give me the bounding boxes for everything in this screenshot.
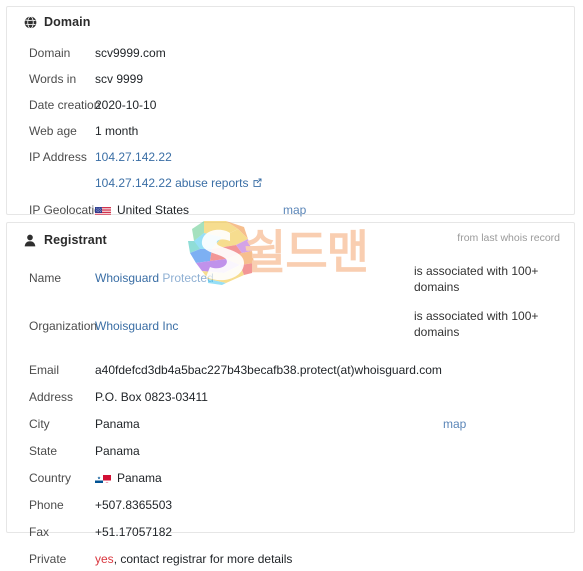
registrant-organization-link[interactable]: Whoisguard Inc xyxy=(95,319,178,333)
table-row-state: State Panama xyxy=(7,440,574,463)
row-label-state: State xyxy=(29,444,58,458)
whois-source-note: from last whois record xyxy=(457,232,560,244)
private-status-badge: yes xyxy=(95,552,114,566)
table-row-address: Address P.O. Box 0823-03411 xyxy=(7,386,574,409)
table-row-geolocation: IP Geolocation United States map xyxy=(7,199,574,222)
row-value-state: Panama xyxy=(95,444,140,458)
row-label-web-age: Web age xyxy=(29,124,77,138)
table-row: Date creation 2020-10-10 xyxy=(7,94,574,117)
registrant-rows: Name Whoisguard Protected is associated … xyxy=(7,264,574,571)
row-value-words-in: scv 9999 xyxy=(95,72,144,86)
table-row: IP Address 104.27.142.22 xyxy=(7,146,574,169)
flag-us-icon xyxy=(95,204,111,215)
row-label-phone: Phone xyxy=(29,498,64,512)
row-value-address: P.O. Box 0823-03411 xyxy=(95,390,208,404)
row-value-email: a40fdefcd3db4a5bac227b43becafb38.protect… xyxy=(95,363,442,377)
row-value-domain: scv9999.com xyxy=(95,46,166,60)
map-link-geolocation[interactable]: map xyxy=(283,203,306,217)
table-row-city: City Panama map xyxy=(7,413,574,436)
table-row-abuse: 104.27.142.22 abuse reports xyxy=(7,172,574,195)
row-label-words-in: Words in xyxy=(29,72,77,86)
ip-address-link[interactable]: 104.27.142.22 xyxy=(95,150,172,164)
row-label-city: City xyxy=(29,417,50,431)
row-value-phone: +507.8365503 xyxy=(95,498,173,512)
domain-card-header: Domain xyxy=(7,7,574,37)
globe-icon xyxy=(23,15,37,29)
flag-pa-icon xyxy=(95,472,111,483)
row-value-abuse-wrap: 104.27.142.22 abuse reports xyxy=(95,173,574,193)
table-row-name: Name Whoisguard Protected is associated … xyxy=(7,264,574,299)
domain-rows: Domain scv9999.com Words in scv 9999 Dat… xyxy=(7,42,574,222)
geolocation-map-link-wrap: map xyxy=(283,200,306,220)
row-label-private: Private xyxy=(29,552,67,566)
registrant-name-protected-label: Protected xyxy=(162,271,214,285)
registrant-name-link[interactable]: Whoisguard xyxy=(95,271,159,285)
row-label-fax: Fax xyxy=(29,525,50,539)
row-label-domain: Domain xyxy=(29,46,71,60)
registrant-card: Registrant from last whois record Name W… xyxy=(6,222,575,566)
table-row-email: Email a40fdefcd3db4a5bac227b43becafb38.p… xyxy=(7,359,574,382)
table-row: Words in scv 9999 xyxy=(7,68,574,91)
row-label-organization: Organization xyxy=(29,319,98,333)
row-label-name: Name xyxy=(29,271,62,285)
table-row: Domain scv9999.com xyxy=(7,42,574,65)
domain-card: Domain Domain scv9999.com Words in scv 9… xyxy=(6,6,575,217)
row-label-country: Country xyxy=(29,471,72,485)
table-row-fax: Fax +51.17057182 xyxy=(7,521,574,544)
map-link-city[interactable]: map xyxy=(443,417,466,431)
table-row-country: Country Panama xyxy=(7,467,574,490)
table-row: Web age 1 month xyxy=(7,120,574,143)
row-label-date-creation: Date creation xyxy=(29,98,101,112)
registrant-card-title: Registrant xyxy=(44,233,107,247)
row-value-web-age: 1 month xyxy=(95,124,139,138)
row-label-ip-address: IP Address xyxy=(29,150,87,164)
row-value-fax: +51.17057182 xyxy=(95,525,173,539)
registrant-organization-note: is associated with 100+ domains xyxy=(414,309,539,339)
abuse-reports-link[interactable]: 104.27.142.22 abuse reports xyxy=(95,176,248,190)
row-value-date-creation: 2020-10-10 xyxy=(95,98,157,112)
row-value-ip-address-wrap: 104.27.142.22 xyxy=(95,147,574,167)
user-icon xyxy=(23,233,37,247)
registrant-name-note: is associated with 100+ domains xyxy=(414,264,539,294)
registrant-card-header: Registrant from last whois record xyxy=(7,223,574,257)
country-label: Panama xyxy=(117,471,162,485)
private-status-detail: , contact registrar for more details xyxy=(113,552,293,566)
table-row-phone: Phone +507.8365503 xyxy=(7,494,574,517)
geolocation-country-label: United States xyxy=(117,203,190,217)
row-value-city: Panama xyxy=(95,417,140,431)
row-value-ip-geolocation: United States xyxy=(95,200,574,220)
whois-report-page: Domain Domain scv9999.com Words in scv 9… xyxy=(0,0,583,566)
city-map-link-wrap: map xyxy=(443,414,466,434)
row-label-address: Address xyxy=(29,390,74,404)
table-row-organization: Organization Whoisguard Inc is associate… xyxy=(7,309,574,347)
domain-card-title: Domain xyxy=(44,15,91,29)
row-label-email: Email xyxy=(29,363,60,377)
external-link-icon[interactable] xyxy=(252,174,263,187)
row-label-ip-geolocation: IP Geolocation xyxy=(29,203,108,217)
row-value-private: yes, contact registrar for more details xyxy=(95,549,574,569)
table-row-private: Private yes, contact registrar for more … xyxy=(7,548,574,571)
row-value-country: Panama xyxy=(95,468,574,488)
